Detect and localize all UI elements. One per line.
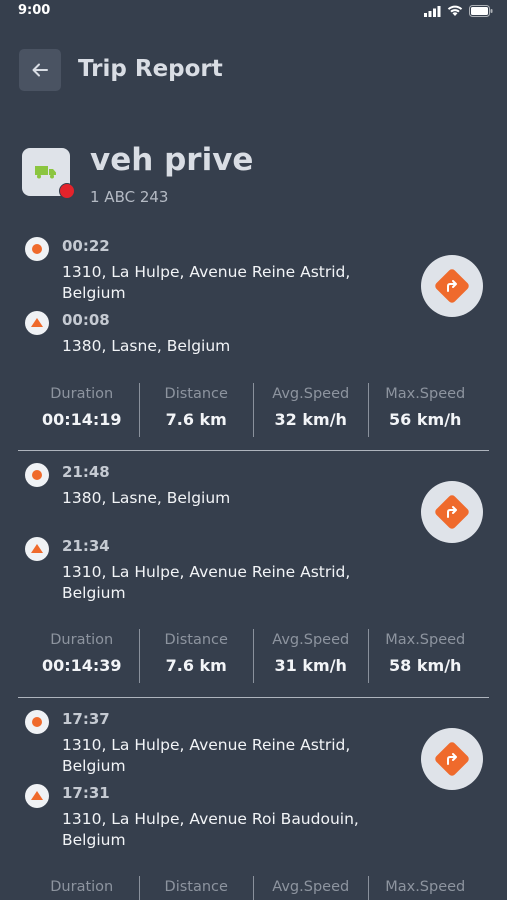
stat-value: 58 km/h xyxy=(389,656,462,675)
header: Trip Report xyxy=(0,48,507,92)
stat-value: 56 km/h xyxy=(389,410,462,429)
signal-icon xyxy=(424,5,441,17)
start-address: 1310, La Hulpe, Avenue Roi Baudouin, Bel… xyxy=(62,810,359,849)
turn-right-icon xyxy=(447,280,457,292)
page-title: Trip Report xyxy=(78,56,223,82)
vehicle-name: veh prive xyxy=(90,142,254,178)
stat-label: Max.Speed xyxy=(385,632,466,648)
end-time: 00:22 xyxy=(62,237,110,255)
end-address: 1310, La Hulpe, Avenue Reine Astrid, Bel… xyxy=(62,263,351,302)
stat-avg-speed: Avg.Speed xyxy=(253,876,368,900)
stat-value: 7.6 km xyxy=(165,410,227,429)
stat-value: 00:14:39 xyxy=(41,656,122,675)
stat-label: Duration xyxy=(50,386,114,402)
stat-label: Avg.Speed xyxy=(272,879,350,895)
start-marker-icon xyxy=(25,784,49,808)
end-marker-icon xyxy=(25,237,49,261)
stat-label: Distance xyxy=(164,632,228,648)
trip-card: 00:22 1310, La Hulpe, Avenue Reine Astri… xyxy=(0,235,507,450)
stat-label: Duration xyxy=(50,632,114,648)
end-marker-icon xyxy=(25,710,49,734)
end-marker-icon xyxy=(25,463,49,487)
stat-max-speed: Max.Speed xyxy=(367,876,483,900)
stat-value: 00:14:19 xyxy=(41,410,122,429)
stat-duration: Duration 00:14:39 xyxy=(25,629,139,683)
stat-value: 31 km/h xyxy=(274,656,347,675)
stat-distance: Distance 7.6 km xyxy=(138,629,254,683)
arrow-left-icon xyxy=(32,63,48,77)
stat-distance: Distance xyxy=(138,876,254,900)
stat-value: 7.6 km xyxy=(165,656,227,675)
start-time: 00:08 xyxy=(62,311,110,329)
trip-card: 17:37 1310, La Hulpe, Avenue Reine Astri… xyxy=(0,708,507,900)
status-bar: 9:00 xyxy=(0,0,507,22)
stat-distance: Distance 7.6 km xyxy=(138,383,254,437)
battery-icon xyxy=(469,5,493,17)
directions-button[interactable] xyxy=(421,255,483,317)
trip-stats: Duration 00:14:19 Distance 7.6 km Avg.Sp… xyxy=(25,383,482,437)
vehicle-summary: veh prive 1 ABC 243 xyxy=(0,140,507,210)
vehicle-status-dot xyxy=(59,183,75,199)
end-time: 17:37 xyxy=(62,710,110,728)
turn-right-icon xyxy=(447,506,457,518)
status-time: 9:00 xyxy=(18,3,51,18)
stat-label: Distance xyxy=(164,386,228,402)
start-time: 17:31 xyxy=(62,784,110,802)
trip-stats: Duration 00:14:39 Distance 7.6 km Avg.Sp… xyxy=(25,629,482,683)
wifi-icon xyxy=(447,5,463,16)
start-address: 1310, La Hulpe, Avenue Reine Astrid, Bel… xyxy=(62,563,351,602)
start-marker-icon xyxy=(25,311,49,335)
vehicle-plate: 1 ABC 243 xyxy=(90,188,169,206)
stat-label: Distance xyxy=(164,879,228,895)
stat-label: Max.Speed xyxy=(385,386,466,402)
directions-button[interactable] xyxy=(421,728,483,790)
stat-duration: Duration xyxy=(25,876,139,900)
end-address: 1310, La Hulpe, Avenue Reine Astrid, Bel… xyxy=(62,736,351,775)
turn-right-icon xyxy=(447,753,457,765)
start-address: 1380, Lasne, Belgium xyxy=(62,337,231,355)
stat-label: Avg.Speed xyxy=(272,386,350,402)
back-button[interactable] xyxy=(19,49,61,91)
stat-label: Duration xyxy=(50,879,114,895)
trip-stats: Duration Distance Avg.Speed Max.Speed xyxy=(25,876,482,900)
status-icons xyxy=(424,5,493,17)
start-time: 21:34 xyxy=(62,537,110,555)
directions-button[interactable] xyxy=(421,481,483,543)
stat-avg-speed: Avg.Speed 31 km/h xyxy=(253,629,368,683)
stat-avg-speed: Avg.Speed 32 km/h xyxy=(253,383,368,437)
stat-max-speed: Max.Speed 56 km/h xyxy=(367,383,483,437)
stat-value: 32 km/h xyxy=(274,410,347,429)
stat-label: Max.Speed xyxy=(385,879,466,895)
stat-max-speed: Max.Speed 58 km/h xyxy=(367,629,483,683)
end-address: 1380, Lasne, Belgium xyxy=(62,489,231,507)
trip-card: 21:48 1380, Lasne, Belgium 21:34 1310, L… xyxy=(0,461,507,697)
divider xyxy=(18,697,489,698)
start-marker-icon xyxy=(25,537,49,561)
end-time: 21:48 xyxy=(62,463,110,481)
stat-label: Avg.Speed xyxy=(272,632,350,648)
stat-duration: Duration 00:14:19 xyxy=(25,383,139,437)
divider xyxy=(18,450,489,451)
truck-icon xyxy=(35,166,56,179)
